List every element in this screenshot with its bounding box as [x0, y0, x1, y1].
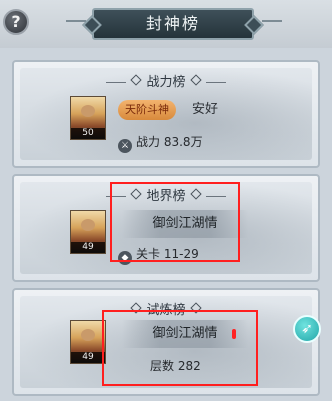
- rank-card-realm[interactable]: 地界榜 49 御剑江湖情 ◆ 关卡 11-29: [12, 174, 320, 282]
- avatar[interactable]: 49: [70, 320, 106, 364]
- power-icon: ⚔: [118, 139, 132, 153]
- highlight-box: [110, 182, 240, 262]
- page-title: 封神榜: [92, 8, 254, 40]
- card-title: 战力榜: [14, 71, 318, 90]
- title-decoration-left: [66, 20, 86, 22]
- top-bar: ? 封神榜: [0, 0, 332, 50]
- level-label: 50: [71, 128, 105, 139]
- rank-card-trial[interactable]: 试炼榜 49 御剑江湖情 层数 282: [12, 288, 320, 396]
- avatar[interactable]: 49: [70, 210, 106, 254]
- level-label: 49: [71, 352, 105, 363]
- red-marker: [232, 329, 236, 339]
- rocket-button[interactable]: ➶: [293, 315, 321, 343]
- title-badge: 天阶斗神: [118, 100, 176, 120]
- stat-line: ⚔ 战力 83.8万: [118, 134, 203, 153]
- highlight-box: [102, 310, 258, 386]
- rank-card-power[interactable]: 战力榜 50 天阶斗神 安好 ⚔ 战力 83.8万: [12, 60, 320, 168]
- help-button[interactable]: ?: [3, 9, 29, 35]
- level-label: 49: [71, 242, 105, 253]
- rocket-icon: ➶: [301, 321, 313, 337]
- avatar[interactable]: 50: [70, 96, 106, 140]
- title-decoration-right: [262, 20, 282, 22]
- player-name: 安好: [192, 102, 219, 117]
- help-icon: ?: [11, 12, 21, 31]
- rank-list: 战力榜 50 天阶斗神 安好 ⚔ 战力 83.8万 地界榜 49 御剑江湖情 ◆ 关…: [0, 48, 332, 401]
